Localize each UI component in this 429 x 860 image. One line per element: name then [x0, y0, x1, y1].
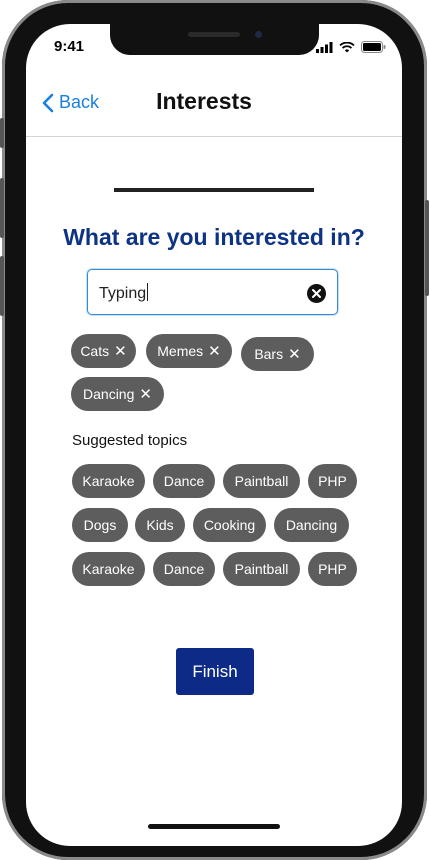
suggested-chip[interactable]: Cooking [193, 508, 266, 542]
remove-chip-icon[interactable]: ✕ [114, 342, 127, 360]
progress-indicator [114, 188, 314, 192]
question-heading: What are you interested in? [63, 224, 365, 250]
status-time: 9:41 [54, 38, 85, 55]
suggested-topics-label: Suggested topics [72, 432, 188, 449]
search-value: Typing [99, 285, 147, 302]
finish-button[interactable]: Finish [176, 648, 254, 695]
home-indicator[interactable] [148, 824, 280, 829]
suggested-chip[interactable]: Kids [135, 508, 185, 542]
suggested-chip[interactable]: PHP [308, 464, 357, 498]
camera [255, 31, 262, 38]
remove-chip-icon[interactable]: ✕ [288, 345, 301, 363]
selected-chip[interactable]: Memes ✕ [146, 334, 232, 368]
remove-chip-icon[interactable]: ✕ [139, 385, 152, 403]
suggested-chip[interactable]: Dance [153, 464, 215, 498]
notch [110, 24, 319, 55]
selected-chip[interactable]: Bars ✕ [241, 337, 314, 371]
suggested-chip[interactable]: Dance [153, 552, 215, 586]
wifi-icon [339, 41, 355, 52]
page-title: Interests [156, 88, 252, 114]
suggested-chip[interactable]: Paintball [223, 464, 300, 498]
battery-icon [361, 41, 386, 53]
selected-chip[interactable]: Dancing ✕ [71, 377, 164, 411]
text-cursor [147, 283, 149, 301]
signal-icon [316, 41, 333, 53]
suggested-chip[interactable]: PHP [308, 552, 357, 586]
search-input[interactable]: Typing [99, 283, 149, 303]
mute-switch [0, 118, 4, 148]
suggested-chip[interactable]: Karaoke [72, 464, 145, 498]
screen: 9:41 Back Interests What are you interes… [26, 24, 402, 846]
clear-icon[interactable] [307, 284, 326, 303]
interest-search-field[interactable]: Typing [87, 269, 338, 315]
remove-chip-icon[interactable]: ✕ [208, 342, 221, 360]
suggested-chip[interactable]: Paintball [223, 552, 300, 586]
suggested-chip[interactable]: Karaoke [72, 552, 145, 586]
suggested-chip[interactable]: Dogs [72, 508, 128, 542]
status-icons [316, 41, 386, 53]
power-button [425, 200, 429, 296]
navigation-bar: Back Interests [26, 74, 402, 137]
suggested-chip[interactable]: Dancing [274, 508, 349, 542]
volume-down-button [0, 256, 4, 316]
selected-chip[interactable]: Cats ✕ [71, 334, 136, 368]
volume-up-button [0, 178, 4, 238]
speaker [188, 32, 240, 37]
